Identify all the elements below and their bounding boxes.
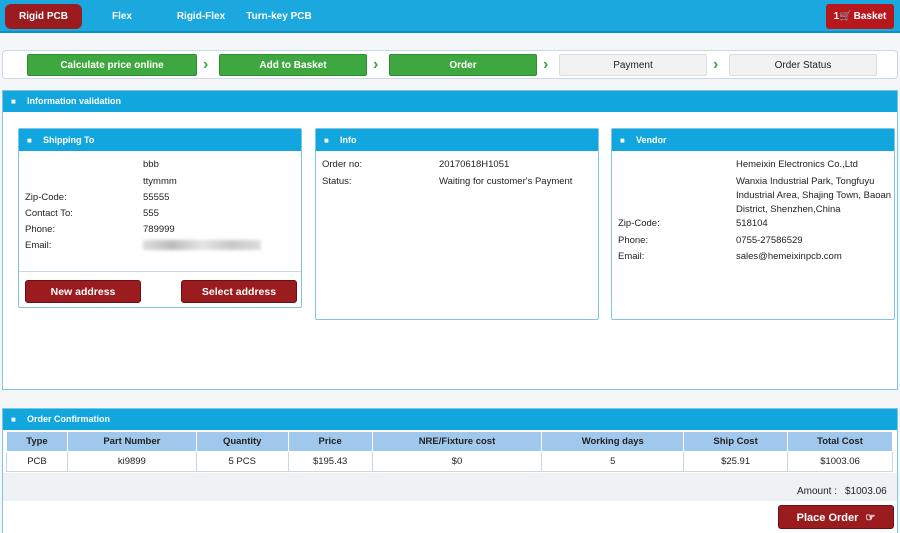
- contact-value: 555: [143, 208, 159, 219]
- status-value: Waiting for customer's Payment: [439, 176, 573, 187]
- step-arrow-icon: ›: [543, 56, 549, 73]
- cart-icon: ■: [11, 415, 16, 424]
- zip-value: 55555: [143, 192, 170, 203]
- step-arrow-icon: ›: [713, 56, 719, 73]
- vendor-address-line-2: Industrial Area, Shajing Town, Baoan: [736, 190, 892, 201]
- vendor-address-line-3: District, Shenzhen,China: [736, 204, 841, 215]
- top-nav: Rigid PCB Flex Rigid-Flex Turn-key PCB 1…: [0, 0, 900, 33]
- col-total-cost: Total Cost: [787, 431, 893, 452]
- card-title: Info: [340, 135, 357, 145]
- shipping-address: ttymmm: [143, 176, 177, 187]
- order-steps: Calculate price online › Add to Basket ›…: [2, 50, 898, 79]
- card-header: ■ Shipping To: [19, 129, 301, 151]
- step-arrow-icon: ›: [373, 56, 379, 73]
- shipping-to-card: ■ Shipping To bbb ttymmm Zip-Code: 55555 …: [18, 128, 302, 308]
- cell-part-number: ki9899: [66, 451, 197, 472]
- contact-label: Contact To:: [25, 208, 73, 219]
- table-header-row: Type Part Number Quantity Price NRE/Fixt…: [6, 431, 893, 452]
- vendor-phone-label: Phone:: [618, 235, 649, 246]
- col-price: Price: [287, 431, 373, 452]
- col-quantity: Quantity: [195, 431, 289, 452]
- cell-quantity: 5 PCS: [195, 451, 289, 472]
- vendor-name: Hemeixin Electronics Co.,Ltd: [736, 159, 858, 170]
- panel-title: Order Confirmation: [27, 414, 111, 424]
- vendor-zip-label: Zip-Code:: [618, 218, 660, 229]
- truck-icon: ■: [11, 97, 16, 106]
- card-header: ■ Info: [316, 129, 598, 151]
- cell-nre: $0: [371, 451, 543, 472]
- basket-button[interactable]: 1🛒 Basket: [826, 4, 894, 29]
- panel-header: ■ Order Confirmation: [3, 409, 897, 430]
- vendor-address-line-1: Wanxia Industrial Park, Tongfuyu: [736, 176, 875, 187]
- table-row: PCB ki9899 5 PCS $195.43 $0 5 $25.91 $10…: [6, 451, 893, 472]
- card-title: Shipping To: [43, 135, 95, 145]
- order-table: Type Part Number Quantity Price NRE/Fixt…: [6, 431, 893, 472]
- truck-icon: ■: [324, 136, 329, 145]
- cell-type: PCB: [6, 451, 68, 472]
- col-type: Type: [6, 431, 68, 452]
- vendor-card: ■ Vendor Hemeixin Electronics Co.,Ltd Wan…: [611, 128, 895, 320]
- amount-label: Amount :: [797, 486, 838, 497]
- nav-rigid-pcb[interactable]: Rigid PCB: [5, 4, 82, 29]
- place-order-label: Place Order: [796, 512, 859, 524]
- phone-value: 789999: [143, 224, 175, 235]
- vendor-email-value[interactable]: sales@hemeixinpcb.com: [736, 251, 842, 262]
- cell-working-days: 5: [541, 451, 685, 472]
- amount-bar: [3, 473, 897, 501]
- status-label: Status:: [322, 176, 352, 187]
- cart-icon: 🛒: [839, 11, 852, 22]
- nav-rigid-flex[interactable]: Rigid-Flex: [170, 0, 232, 33]
- info-card: ■ Info Order no: 20170618H1051 Status: Wa…: [315, 128, 599, 320]
- place-order-button[interactable]: Place Order ☞: [778, 505, 894, 529]
- card-title: Vendor: [636, 135, 667, 145]
- panel-title: Information validation: [27, 96, 122, 106]
- zip-label: Zip-Code:: [25, 192, 67, 203]
- footer-bar: [3, 501, 897, 533]
- hand-pointer-icon: ☞: [865, 512, 876, 524]
- nav-flex[interactable]: Flex: [100, 0, 144, 33]
- shipping-name: bbb: [143, 159, 159, 170]
- divider: [19, 271, 301, 272]
- vendor-zip-value: 518104: [736, 218, 768, 229]
- step-order[interactable]: Order: [389, 54, 537, 76]
- card-header: ■ Vendor: [612, 129, 894, 151]
- col-ship-cost: Ship Cost: [683, 431, 789, 452]
- vendor-email-label: Email:: [618, 251, 645, 262]
- order-no-value: 20170618H1051: [439, 159, 510, 170]
- panel-header: ■ Information validation: [3, 91, 897, 112]
- new-address-button[interactable]: New address: [25, 280, 141, 303]
- step-arrow-icon: ›: [203, 56, 209, 73]
- amount-value: $1003.06: [845, 486, 887, 497]
- vendor-phone-value: 0755-27586529: [736, 235, 803, 246]
- step-add-to-basket[interactable]: Add to Basket: [219, 54, 367, 76]
- cell-ship-cost: $25.91: [683, 451, 789, 472]
- order-no-label: Order no:: [322, 159, 363, 170]
- nav-turn-key-pcb[interactable]: Turn-key PCB: [244, 0, 314, 33]
- email-label: Email:: [25, 240, 52, 251]
- col-part-number: Part Number: [66, 431, 197, 452]
- step-calculate[interactable]: Calculate price online: [27, 54, 197, 76]
- select-address-button[interactable]: Select address: [181, 280, 297, 303]
- truck-icon: ■: [27, 136, 32, 145]
- step-order-status: Order Status: [729, 54, 877, 76]
- cell-total-cost: $1003.06: [787, 451, 893, 472]
- col-working-days: Working days: [541, 431, 685, 452]
- email-blurred: [143, 240, 261, 250]
- phone-label: Phone:: [25, 224, 56, 235]
- step-payment: Payment: [559, 54, 707, 76]
- truck-icon: ■: [620, 136, 625, 145]
- col-nre: NRE/Fixture cost: [371, 431, 543, 452]
- cell-price: $195.43: [287, 451, 373, 472]
- basket-label: Basket: [853, 11, 887, 22]
